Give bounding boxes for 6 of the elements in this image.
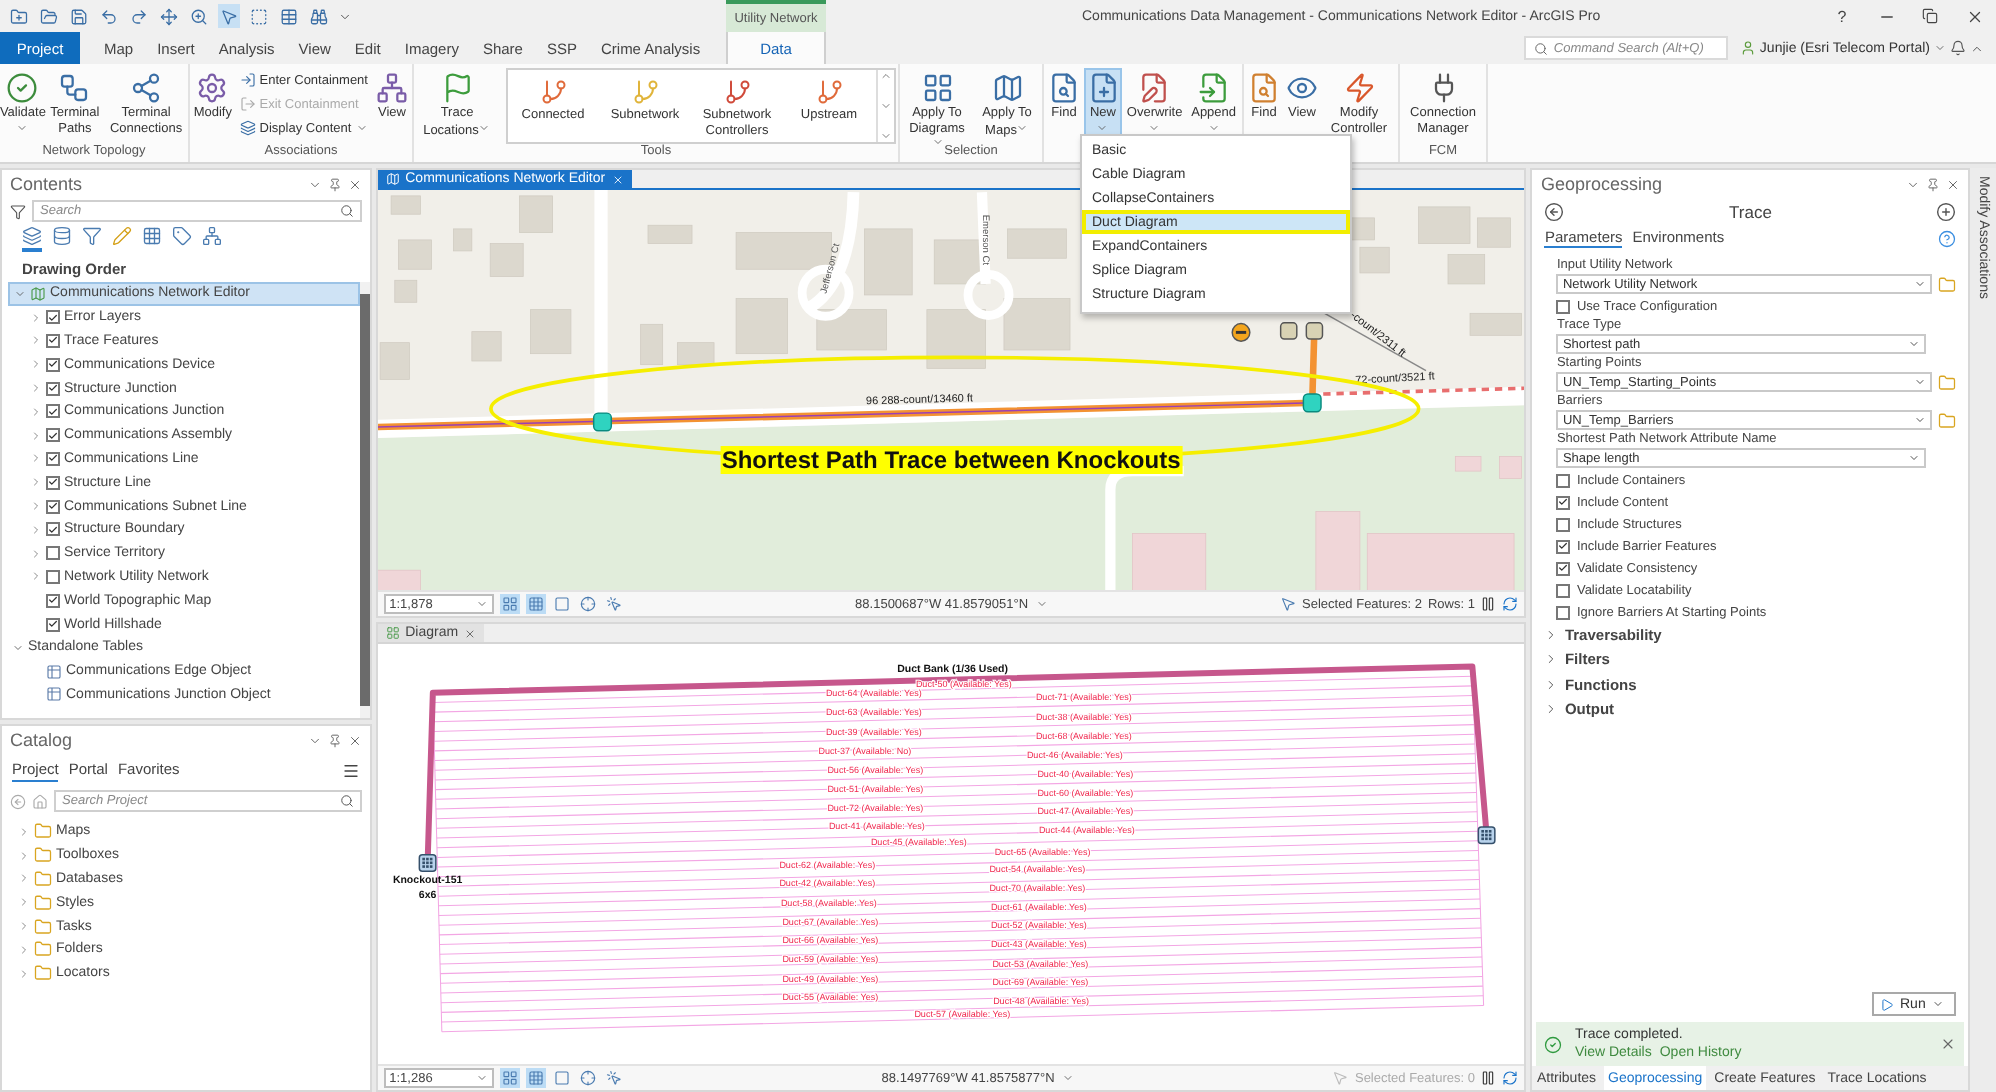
pane-title: Catalog bbox=[10, 730, 75, 750]
annotation-label: Shortest Path Trace between Knockouts bbox=[719, 446, 1183, 474]
pane-title: Contents bbox=[10, 174, 85, 194]
tool-title: Trace bbox=[1729, 202, 1772, 222]
pane-title: Geoprocessing bbox=[1540, 174, 1665, 194]
help-button[interactable]: ? bbox=[1820, 0, 1864, 32]
